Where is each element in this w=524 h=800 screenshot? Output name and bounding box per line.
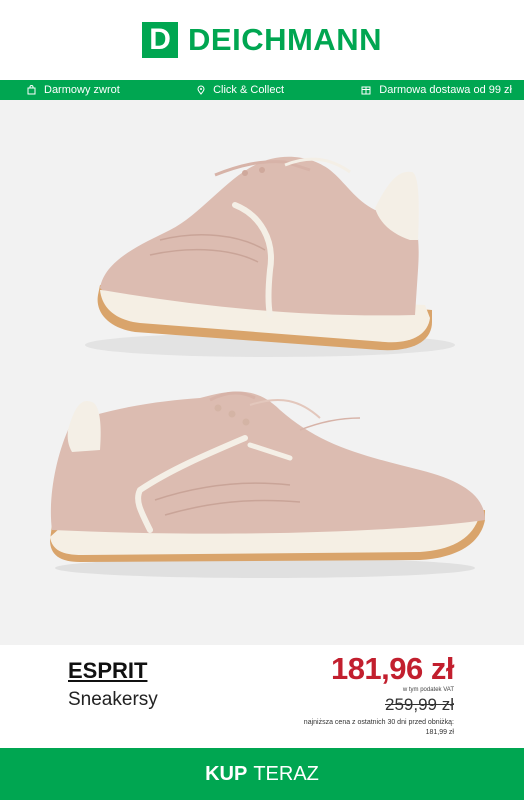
location-pin-icon — [197, 85, 205, 95]
lowest-price-value: 181,99 zł — [425, 729, 454, 736]
logo-letter: D — [149, 23, 171, 56]
deichmann-logo-icon[interactable]: D — [142, 22, 179, 58]
header-logo-bar: D DEICHMANN — [0, 0, 524, 80]
benefit-click-collect[interactable]: Click & Collect — [197, 84, 284, 96]
top-sneaker — [85, 156, 455, 357]
product-info-panel: ESPRIT Sneakersy 181,96 zł w tym podatek… — [0, 645, 524, 748]
buy-now-button[interactable]: KUP TERAZ — [0, 748, 524, 800]
old-price: 259,99 zł — [385, 695, 454, 714]
benefit-label: Click & Collect — [213, 84, 284, 96]
return-bag-icon — [27, 85, 36, 95]
logo-text[interactable]: DEICHMANN — [188, 22, 382, 58]
benefit-free-return[interactable]: Darmowy zwrot — [27, 84, 120, 96]
sneakers-illustration — [50, 156, 485, 578]
benefits-bar: Darmowy zwrot Click & Collect Darmowa do… — [0, 80, 524, 100]
benefit-free-delivery[interactable]: Darmowa dostawa od 99 zł — [361, 84, 512, 96]
vat-note: w tym podatek VAT — [402, 687, 454, 693]
buy-now-bold-label: KUP — [205, 762, 248, 785]
bottom-sneaker — [50, 391, 485, 578]
benefit-label: Darmowa dostawa od 99 zł — [379, 84, 512, 96]
product-category: Sneakersy — [68, 689, 158, 710]
product-image[interactable] — [0, 100, 524, 645]
buy-now-label: TERAZ — [253, 762, 319, 785]
lowest-price-note: najniższa cena z ostatnich 30 dni przed … — [254, 718, 454, 738]
product-brand-link[interactable]: ESPRIT — [68, 658, 147, 684]
current-price: 181,96 zł — [330, 651, 455, 686]
lowest-price-label: najniższa cena z ostatnich 30 dni przed … — [303, 719, 454, 726]
benefit-label: Darmowy zwrot — [44, 84, 120, 96]
delivery-box-icon — [361, 86, 371, 95]
